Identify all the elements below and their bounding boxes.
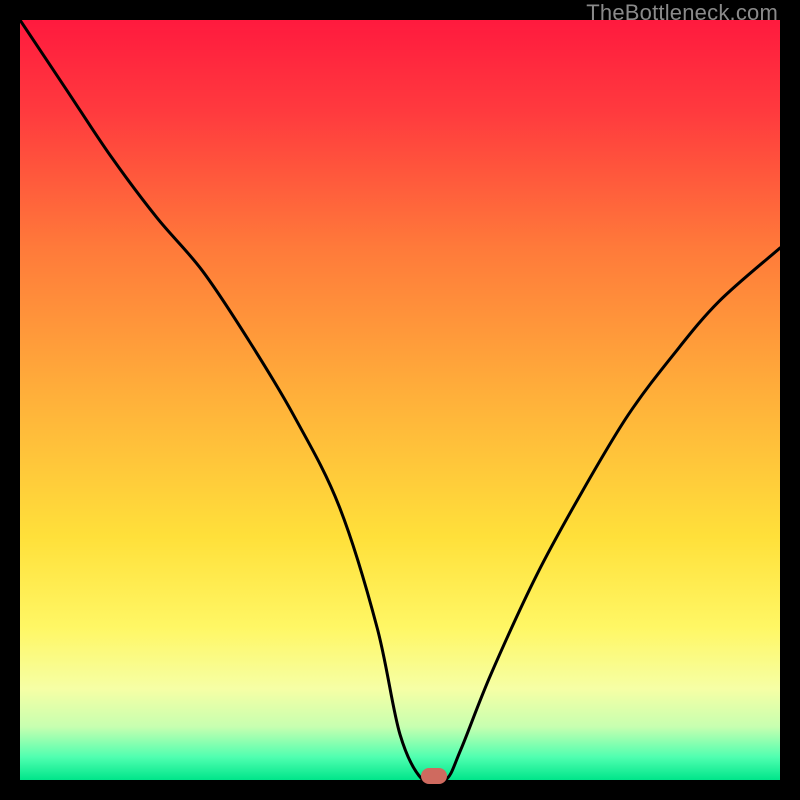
bottleneck-chart <box>20 20 780 780</box>
optimal-point-marker <box>421 768 447 784</box>
gradient-background <box>20 20 780 780</box>
watermark-text: TheBottleneck.com <box>586 0 778 26</box>
chart-frame <box>20 20 780 780</box>
